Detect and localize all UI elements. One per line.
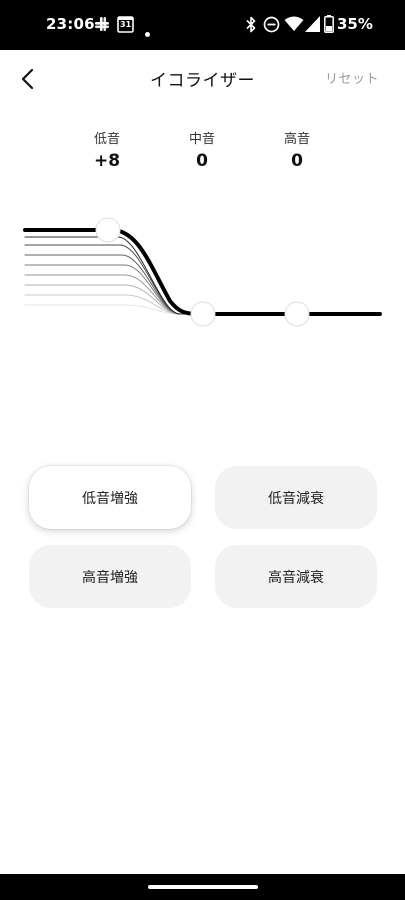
band-mid: 中音 0	[162, 128, 242, 171]
band-mid-value: 0	[196, 151, 208, 171]
band-treble: 高音 0	[257, 128, 337, 171]
band-mid-label: 中音	[188, 132, 215, 147]
eq-curve-svg	[23, 217, 382, 327]
band-treble-label: 高音	[283, 132, 310, 147]
slack-icon	[94, 16, 110, 36]
band-bass-value: +8	[93, 151, 121, 171]
reset-button[interactable]: リセット	[325, 68, 379, 87]
calendar-day: 31	[120, 20, 132, 29]
battery-icon	[324, 15, 334, 37]
status-time: 23:06	[46, 15, 95, 33]
preset-treble-boost-button[interactable]: 高音増強	[29, 545, 191, 608]
status-bar: 23:06 31 35%	[0, 0, 405, 50]
band-values: 低音 +8 中音 0 高音 0	[0, 128, 405, 178]
notification-dot-icon	[145, 22, 150, 41]
cell-signal-icon	[305, 16, 320, 36]
wifi-icon	[284, 15, 304, 36]
do-not-disturb-icon	[263, 16, 280, 37]
preset-bass-cut-button[interactable]: 低音減衰	[215, 466, 377, 529]
eq-curve-line	[23, 228, 382, 316]
navigation-bar	[0, 874, 405, 900]
battery-percent: 35%	[337, 15, 373, 33]
eq-curve-graph[interactable]	[0, 205, 405, 345]
mid-slider-handle[interactable]	[190, 301, 216, 327]
bluetooth-icon	[245, 16, 257, 37]
preset-treble-cut-button[interactable]: 高音減衰	[215, 545, 377, 608]
band-bass-label: 低音	[93, 132, 120, 147]
app-header: イコライザー リセット	[0, 50, 405, 110]
preset-bass-boost-button[interactable]: 低音増強	[29, 466, 191, 529]
treble-slider-handle[interactable]	[284, 301, 310, 327]
bass-slider-handle[interactable]	[95, 217, 121, 243]
home-gesture-handle[interactable]	[148, 885, 258, 889]
band-bass: 低音 +8	[67, 128, 147, 171]
band-treble-value: 0	[291, 151, 303, 171]
calendar-icon: 31	[117, 15, 134, 37]
